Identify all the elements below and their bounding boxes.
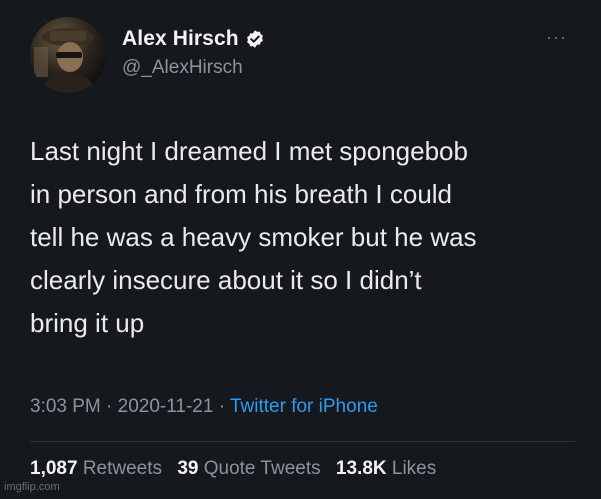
tweet-meta: 3:03 PM · 2020-11-21 · Twitter for iPhon… [30,396,378,418]
tweet-card: Alex Hirsch @_AlexHirsch ··· Last night … [0,0,601,499]
quote-tweets-stat[interactable]: 39 Quote Tweets [177,458,320,479]
retweets-label: Retweets [82,458,163,479]
meta-separator: · [213,396,230,417]
author-name-row: Alex Hirsch [122,27,265,51]
likes-label: Likes [391,458,437,479]
author-handle[interactable]: @_AlexHirsch [122,57,243,79]
tweet-source-link[interactable]: Twitter for iPhone [230,396,378,417]
tweet-text: Last night I dreamed I met spongebob in … [30,136,477,338]
avatar[interactable] [30,17,106,93]
avatar-image [34,28,98,93]
retweets-count: 1,087 [30,458,78,479]
meta-separator: · [100,396,118,417]
author-name[interactable]: Alex Hirsch [122,27,239,51]
more-options-icon[interactable]: ··· [546,27,567,48]
watermark: imgflip.com [4,481,60,493]
likes-stat[interactable]: 13.8K Likes [336,458,436,479]
quote-tweets-count: 39 [177,458,199,479]
likes-count: 13.8K [335,458,387,479]
verified-badge-icon [246,30,263,48]
tweet-time[interactable]: 3:03 PM [30,396,101,417]
tweet-stats: 1,087 Retweets 39 Quote Tweets 13.8K Lik… [30,458,446,480]
quote-tweets-label: Quote Tweets [203,458,321,479]
tweet-date[interactable]: 2020-11-21 [118,396,214,417]
divider [30,441,575,442]
retweets-stat[interactable]: 1,087 Retweets [30,458,162,479]
